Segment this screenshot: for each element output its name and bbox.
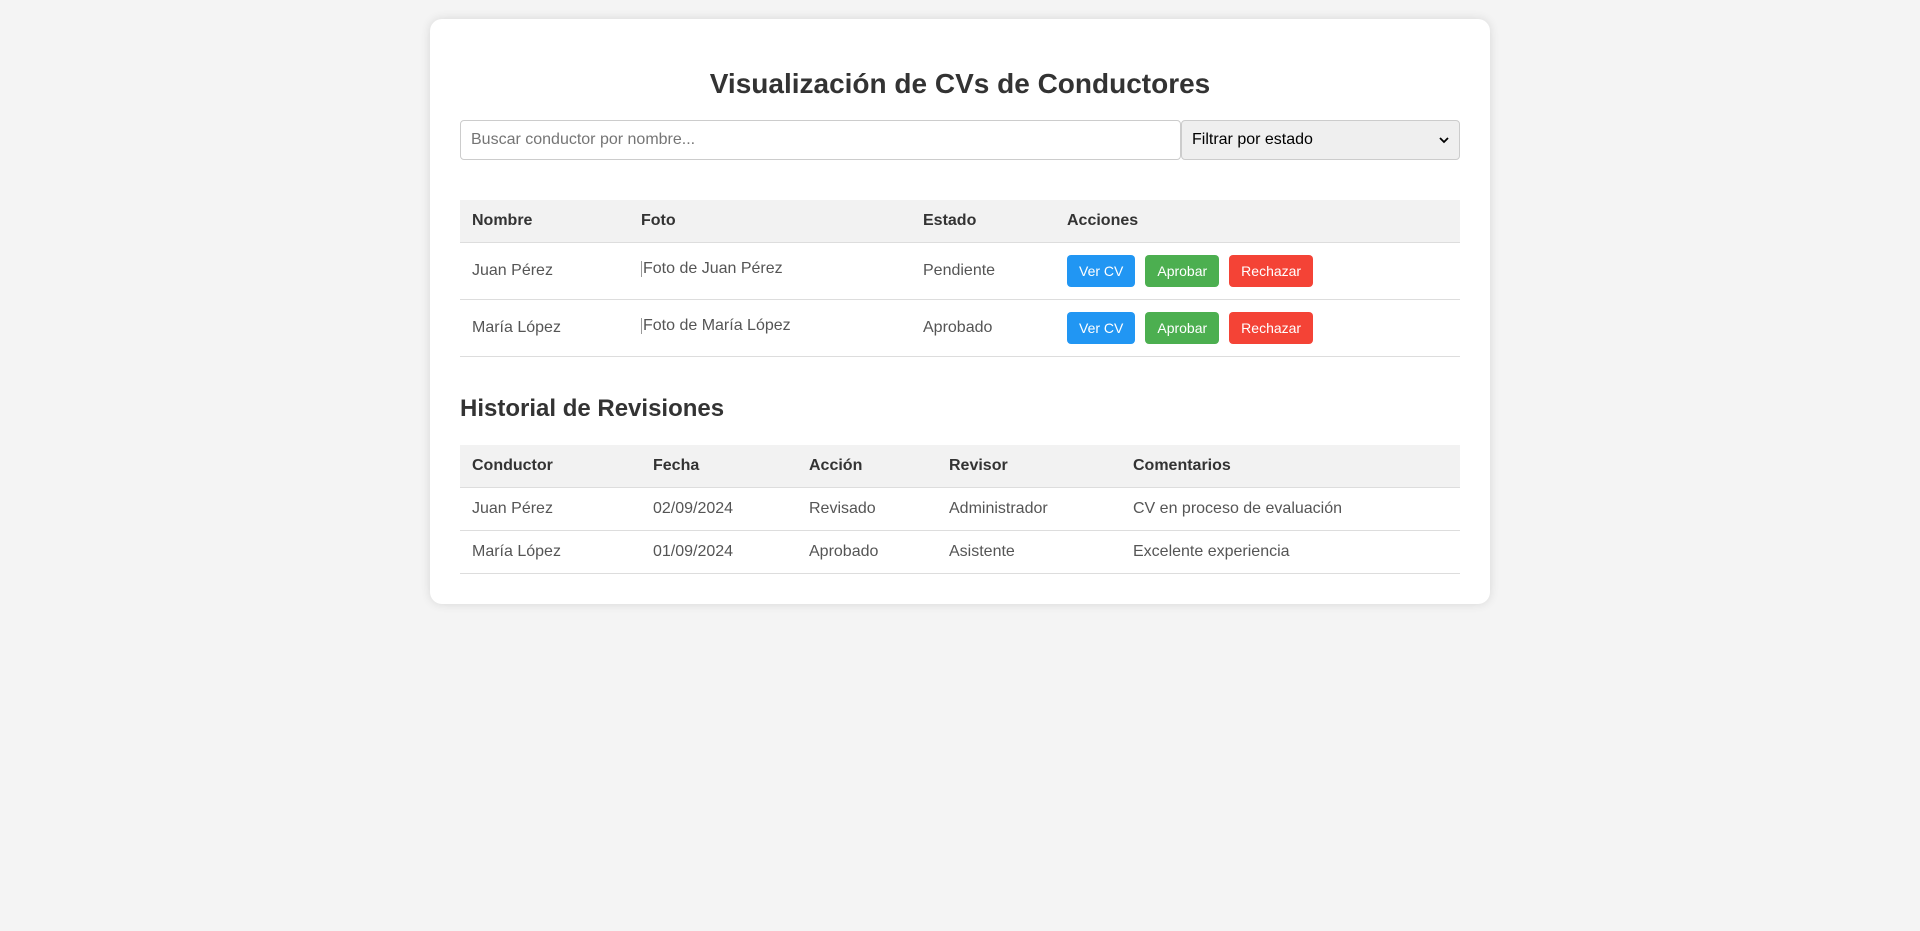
page-title: Visualización de CVs de Conductores	[709, 68, 1211, 99]
column-header-name: Nombre	[460, 200, 629, 243]
history-action: Revisado	[797, 487, 937, 531]
column-header-comments: Comentarios	[1121, 445, 1460, 488]
history-date: 01/09/2024	[641, 530, 797, 574]
driver-photo: Foto de María López	[641, 317, 791, 335]
approve-button[interactable]: Aprobar	[1145, 255, 1220, 287]
history-comments: CV en proceso de evaluación	[1121, 487, 1460, 531]
column-header-photo: Foto	[629, 200, 911, 243]
driver-name: Juan Pérez	[460, 242, 629, 300]
history-reviewer: Asistente	[937, 530, 1121, 574]
search-input[interactable]	[460, 120, 1181, 160]
approve-button[interactable]: Aprobar	[1145, 312, 1220, 344]
history-action: Aprobado	[797, 530, 937, 574]
history-comments: Excelente experiencia	[1121, 530, 1460, 574]
column-header-date: Fecha	[641, 445, 797, 488]
column-header-driver: Conductor	[460, 445, 641, 488]
history-section-title: Historial de Revisiones	[460, 395, 725, 422]
history-reviewer: Administrador	[937, 487, 1121, 531]
history-driver: Juan Pérez	[460, 487, 641, 531]
main-card: Visualización de CVs de Conductores Filt…	[430, 19, 1490, 604]
driver-photo-alt: Foto de Juan Pérez	[643, 260, 783, 277]
column-header-status: Estado	[911, 200, 1055, 243]
driver-photo-cell: Foto de María López	[629, 299, 911, 357]
driver-status: Pendiente	[911, 242, 1055, 300]
driver-name: María López	[460, 299, 629, 357]
table-row: Juan Pérez 02/09/2024 Revisado Administr…	[460, 487, 1460, 531]
status-filter-select[interactable]: Filtrar por estado	[1181, 120, 1460, 160]
table-row: María López 01/09/2024 Aprobado Asistent…	[460, 530, 1460, 574]
filter-controls: Filtrar por estado	[460, 120, 1460, 160]
reject-button[interactable]: Rechazar	[1229, 312, 1314, 344]
table-header-row: Nombre Foto Estado Acciones	[460, 200, 1460, 243]
table-header-row: Conductor Fecha Acción Revisor Comentari…	[460, 445, 1460, 488]
driver-photo-alt: Foto de María López	[643, 317, 791, 334]
chevron-down-icon	[1439, 137, 1449, 144]
column-header-reviewer: Revisor	[937, 445, 1121, 488]
driver-status: Aprobado	[911, 299, 1055, 357]
column-header-action: Acción	[797, 445, 937, 488]
view-cv-button[interactable]: Ver CV	[1067, 312, 1136, 344]
table-row: Juan Pérez Foto de Juan Pérez Pendiente …	[460, 242, 1460, 300]
table-row: María López Foto de María López Aprobado…	[460, 299, 1460, 357]
driver-actions: Ver CV Aprobar Rechazar	[1055, 242, 1460, 300]
status-filter-value: Filtrar por estado	[1192, 131, 1313, 148]
history-table: Conductor Fecha Acción Revisor Comentari…	[460, 445, 1460, 574]
history-date: 02/09/2024	[641, 487, 797, 531]
driver-actions: Ver CV Aprobar Rechazar	[1055, 299, 1460, 357]
history-driver: María López	[460, 530, 641, 574]
driver-photo-cell: Foto de Juan Pérez	[629, 242, 911, 300]
column-header-actions: Acciones	[1055, 200, 1460, 243]
drivers-table: Nombre Foto Estado Acciones Juan Pérez F…	[460, 200, 1460, 357]
view-cv-button[interactable]: Ver CV	[1067, 255, 1136, 287]
driver-photo: Foto de Juan Pérez	[641, 260, 783, 278]
reject-button[interactable]: Rechazar	[1229, 255, 1314, 287]
